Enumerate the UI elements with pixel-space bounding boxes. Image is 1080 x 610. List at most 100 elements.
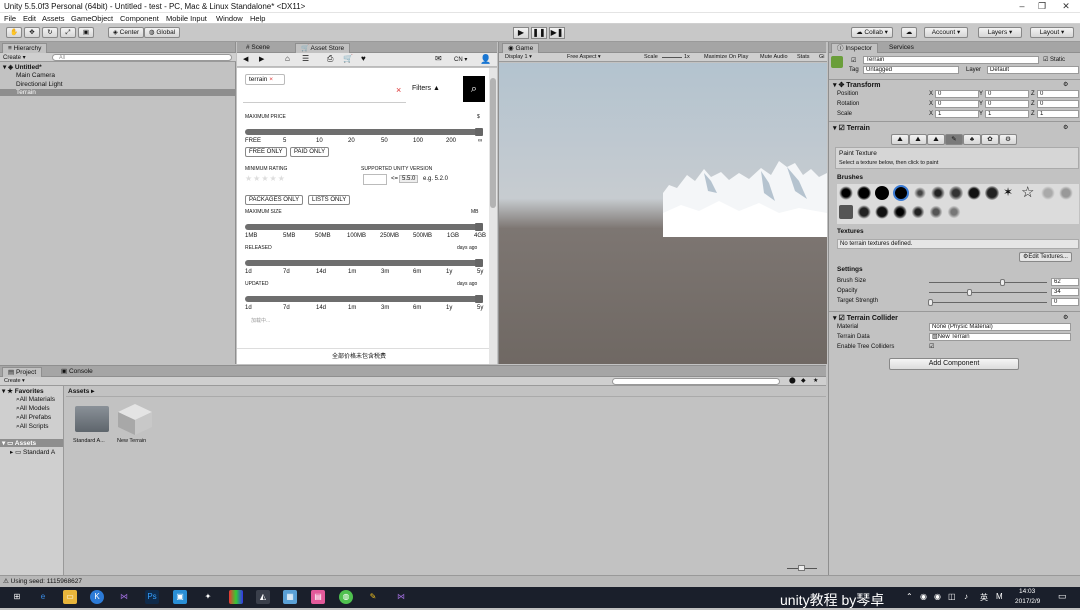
menu-edit[interactable]: Edit: [23, 14, 36, 23]
menu-component[interactable]: Component: [120, 14, 159, 23]
step-button[interactable]: ▶❚: [549, 27, 565, 39]
account-dropdown[interactable]: Account ▾: [924, 27, 968, 38]
asset-item-standard[interactable]: Standard A...: [73, 438, 105, 444]
stats-toggle[interactable]: Stats: [797, 54, 810, 60]
folder-icon[interactable]: [75, 406, 109, 432]
language-dropdown[interactable]: CN ▾: [454, 56, 467, 63]
tools-app-icon[interactable]: ✦: [201, 590, 215, 604]
version-value[interactable]: 5.5.0: [399, 175, 419, 183]
close-icon[interactable]: ✕: [1056, 1, 1076, 12]
download-icon[interactable]: ⎙: [327, 54, 333, 64]
material-field[interactable]: None (Physic Material): [929, 323, 1071, 331]
media-app-icon[interactable]: ▤: [311, 590, 325, 604]
rotate-tool-icon[interactable]: ↻: [42, 27, 58, 38]
tab-project[interactable]: ▤ Project: [2, 367, 43, 377]
maximize-on-play-toggle[interactable]: Maximize On Play: [704, 54, 748, 60]
lists-only-button[interactable]: LISTS ONLY: [308, 195, 351, 205]
tab-game[interactable]: ◉ Game: [502, 43, 540, 53]
hierarchy-item-main-camera[interactable]: Main Camera: [16, 72, 55, 79]
visual-studio-icon[interactable]: ⋈: [117, 590, 131, 604]
terrain-data-field[interactable]: ▧New Terrain: [929, 333, 1071, 341]
tab-scene[interactable]: # Scene: [241, 43, 275, 53]
clear-search-icon[interactable]: ×: [396, 85, 401, 95]
menu-mobile-input[interactable]: Mobile Input: [166, 14, 207, 23]
hierarchy-item-terrain[interactable]: Terrain: [0, 89, 235, 96]
updated-handle[interactable]: [475, 295, 483, 303]
volume-icon[interactable]: ♪: [964, 592, 968, 601]
restore-icon[interactable]: ❐: [1032, 1, 1052, 12]
fav-all-materials[interactable]: ⌕All Materials: [16, 396, 55, 404]
object-name-field[interactable]: Terrain: [863, 56, 1039, 64]
green-app-icon[interactable]: ◍: [339, 590, 353, 604]
raise-terrain-icon[interactable]: ⛰: [891, 134, 909, 145]
terrain-header[interactable]: ▾ ☑ Terrain: [833, 124, 870, 132]
window-app-icon[interactable]: ▣: [173, 590, 187, 604]
scale-x[interactable]: 1: [935, 110, 979, 118]
pivot-global-button[interactable]: ◍ Global: [144, 27, 180, 38]
static-checkbox[interactable]: ☑ Static: [1043, 56, 1065, 63]
menu-assets[interactable]: Assets: [42, 14, 65, 23]
opacity-slider[interactable]: [929, 292, 1047, 293]
rotation-z[interactable]: 0: [1037, 100, 1079, 108]
edit-textures-button[interactable]: ⚙Edit Textures...: [1019, 252, 1072, 262]
rotation-y[interactable]: 0: [985, 100, 1029, 108]
menu-gameobject[interactable]: GameObject: [71, 14, 113, 23]
collider-settings-icon[interactable]: ⚙: [1063, 314, 1068, 321]
active-checkbox[interactable]: ☑: [851, 57, 856, 64]
scale-y[interactable]: 1: [985, 110, 1029, 118]
filters-toggle[interactable]: Filters ▲: [412, 85, 440, 92]
minimize-icon[interactable]: –: [1012, 1, 1032, 12]
color-app-icon[interactable]: [229, 590, 243, 604]
max-price-slider[interactable]: [245, 129, 483, 135]
mail-icon[interactable]: ✉: [435, 54, 442, 63]
tray-app-icon[interactable]: ◉: [920, 592, 927, 601]
pause-button[interactable]: ❚❚: [531, 27, 547, 39]
hierarchy-search-input[interactable]: All: [52, 54, 232, 61]
paid-only-button[interactable]: PAID ONLY: [290, 147, 330, 157]
add-component-button[interactable]: Add Component: [889, 358, 1019, 370]
menu-window[interactable]: Window: [216, 14, 243, 23]
forward-icon[interactable]: ▶: [259, 55, 264, 63]
windows-start-icon[interactable]: ⊞: [10, 590, 24, 604]
opacity-value[interactable]: 34: [1051, 288, 1079, 296]
assets-node[interactable]: ▾ ▭ Assets: [0, 439, 63, 447]
terrain-collider-header[interactable]: ▾ ☑ Terrain Collider: [833, 314, 898, 322]
vs-code-icon[interactable]: ⋈: [394, 590, 408, 604]
home-icon[interactable]: ⌂: [285, 54, 290, 63]
scene-root[interactable]: ▾ ◈ Untitled*: [3, 63, 42, 71]
pivot-center-button[interactable]: ◈ Center: [108, 27, 144, 38]
scale-z[interactable]: 1: [1037, 110, 1079, 118]
clock-time[interactable]: 14:03: [1019, 588, 1035, 595]
gizmos-toggle[interactable]: Gi: [819, 54, 825, 60]
released-slider[interactable]: [245, 260, 483, 266]
tab-console[interactable]: ▣ Console: [56, 367, 98, 377]
store-scroll-thumb[interactable]: [490, 78, 496, 208]
hierarchy-create-button[interactable]: Create ▾: [3, 54, 26, 61]
heart-icon[interactable]: ♥: [361, 54, 366, 63]
game-view[interactable]: [499, 63, 827, 364]
layers-dropdown[interactable]: Layers ▾: [978, 27, 1022, 38]
brush-size-value[interactable]: 62: [1051, 278, 1079, 286]
selected-brush[interactable]: [893, 185, 909, 201]
position-z[interactable]: 0: [1037, 90, 1079, 98]
tag-dropdown[interactable]: Untagged: [863, 66, 959, 74]
search-tag[interactable]: terrain ×: [245, 74, 285, 85]
search-button[interactable]: ⌕: [463, 76, 485, 102]
tray-up-icon[interactable]: ⌃: [906, 592, 913, 601]
edge-icon[interactable]: e: [36, 590, 50, 604]
paint-texture-icon[interactable]: ✎: [945, 134, 963, 145]
tab-inspector[interactable]: ⓘ Inspector: [831, 43, 879, 53]
position-x[interactable]: 0: [935, 90, 979, 98]
filter-by-label-icon[interactable]: ◆: [801, 377, 806, 384]
transform-header[interactable]: ▾ ✥ Transform: [833, 81, 881, 89]
play-button[interactable]: ▶: [513, 27, 529, 39]
favorite-icon[interactable]: ★: [813, 377, 818, 384]
yellow-app-icon[interactable]: ✎: [366, 590, 380, 604]
enable-tree-colliders-checkbox[interactable]: ☑: [929, 343, 934, 350]
terrain-asset-icon[interactable]: [116, 402, 154, 436]
user-avatar-icon[interactable]: 👤: [480, 54, 491, 65]
ime-indicator[interactable]: 英: [980, 592, 988, 603]
k-app-icon[interactable]: K: [90, 590, 104, 604]
place-trees-icon[interactable]: ♣: [963, 134, 981, 145]
released-handle[interactable]: [475, 259, 483, 267]
